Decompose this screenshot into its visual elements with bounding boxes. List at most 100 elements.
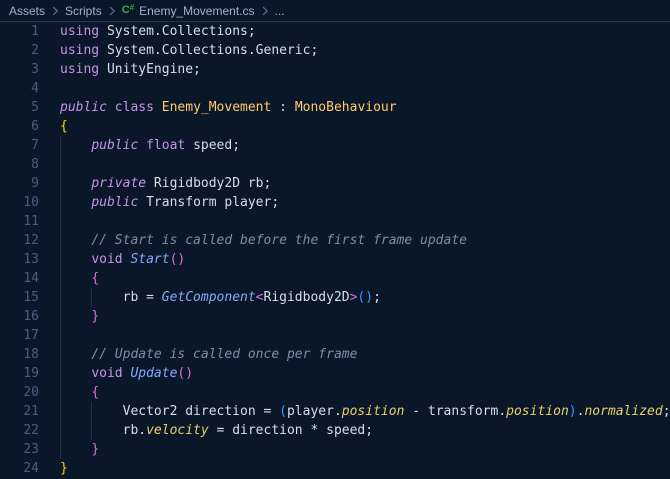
line-number[interactable]: 19 [0,364,39,383]
code-line[interactable]: 14 { [0,269,670,288]
line-number[interactable]: 12 [0,231,39,250]
token: { [91,385,99,400]
code-line[interactable]: 23 } [0,440,670,459]
line-number[interactable]: 10 [0,193,39,212]
code-line[interactable]: 20 { [0,383,670,402]
code-line[interactable]: 1 using System.Collections; [0,22,670,41]
code-line-content[interactable]: void Update() [60,364,670,383]
code-line[interactable]: 12 // Start is called before the first f… [0,231,670,250]
token: GetComponent [162,290,256,305]
token: void [91,366,122,381]
code-line-content[interactable]: using System.Collections.Generic; [60,41,670,60]
csharp-file-icon: C# [122,5,134,16]
token: public [91,195,138,210]
code-line-content[interactable] [60,79,670,98]
line-number[interactable]: 7 [0,136,39,155]
line-number[interactable]: 1 [0,22,39,41]
code-line-content[interactable]: // Update is called once per frame [60,345,670,364]
code-line[interactable]: 10 public Transform player; [0,193,670,212]
code-line[interactable]: 9 private Rigidbody2D rb; [0,174,670,193]
code-line[interactable]: 22 rb.velocity = direction * speed; [0,421,670,440]
line-number[interactable]: 20 [0,383,39,402]
breadcrumb-item-assets[interactable]: Assets [9,4,45,18]
breadcrumb-item-scripts[interactable]: Scripts [65,4,102,18]
chevron-right-icon [105,4,119,18]
code-line[interactable]: 17 [0,326,670,345]
code-line-content[interactable]: public Transform player; [60,193,670,212]
line-number[interactable]: 22 [0,421,39,440]
token: { [91,271,99,286]
code-line-content[interactable]: } [60,307,670,326]
line-number[interactable]: 21 [0,402,39,421]
code-line[interactable]: 11 [0,212,670,231]
code-line-content[interactable]: using System.Collections; [60,22,670,41]
code-line-content[interactable]: public class Enemy_Movement : MonoBehavi… [60,98,670,117]
code-line-content[interactable]: public float speed; [60,136,670,155]
line-number[interactable]: 5 [0,98,39,117]
code-line-content[interactable]: using UnityEngine; [60,60,670,79]
code-line-content[interactable]: { [60,117,670,136]
code-line-content[interactable]: rb = GetComponent<Rigidbody2D>(); [60,288,670,307]
code-line[interactable]: 5 public class Enemy_Movement : MonoBehav… [0,98,670,117]
line-number[interactable]: 13 [0,250,39,269]
breadcrumb-item-symbols[interactable]: ... [275,4,285,18]
line-number[interactable]: 18 [0,345,39,364]
line-number[interactable]: 4 [0,79,39,98]
code-line[interactable]: 21 Vector2 direction = (player.position … [0,402,670,421]
code-line-content[interactable] [60,155,670,174]
token [60,138,91,153]
code-line[interactable]: 16 } [0,307,670,326]
line-number[interactable]: 17 [0,326,39,345]
code-line-content[interactable]: { [60,383,670,402]
token: } [91,442,99,457]
line-number[interactable]: 14 [0,269,39,288]
indent-guide [60,250,61,269]
indent-guide [60,288,61,307]
code-line-content[interactable]: // Start is called before the first fram… [60,231,670,250]
code-line-content[interactable]: private Rigidbody2D rb; [60,174,670,193]
code-line[interactable]: 7 public float speed; [0,136,670,155]
breadcrumb-item-file[interactable]: C# Enemy_Movement.cs [122,4,255,18]
token: Rigidbody2D [264,290,350,305]
token: < [256,290,264,305]
line-number[interactable]: 11 [0,212,39,231]
token: () [170,252,186,267]
code-line[interactable]: 3 using UnityEngine; [0,60,670,79]
line-number[interactable]: 23 [0,440,39,459]
indent-guide [91,288,92,307]
code-line[interactable]: 18 // Update is called once per frame [0,345,670,364]
line-number[interactable]: 3 [0,60,39,79]
code-line[interactable]: 2 using System.Collections.Generic; [0,41,670,60]
code-line-content[interactable] [60,326,670,345]
code-line-content[interactable]: void Start() [60,250,670,269]
line-number[interactable]: 6 [0,117,39,136]
code-line-content[interactable]: Vector2 direction = (player.position - t… [60,402,670,421]
code-line[interactable]: 13 void Start() [0,250,670,269]
indent-guide [91,402,92,421]
code-line[interactable]: 8 [0,155,670,174]
code-line[interactable]: 24} [0,459,670,478]
token: float [146,138,185,153]
token: Transform player; [138,195,279,210]
code-line-content[interactable]: { [60,269,670,288]
code-line-content[interactable] [60,212,670,231]
token: - transform. [404,404,506,419]
line-number[interactable]: 24 [0,459,39,478]
line-number[interactable]: 15 [0,288,39,307]
line-number[interactable]: 16 [0,307,39,326]
token [60,176,91,191]
line-number[interactable]: 9 [0,174,39,193]
code-line[interactable]: 4 [0,79,670,98]
code-line[interactable]: 19 void Update() [0,364,670,383]
indent-guide [60,421,61,440]
token [60,195,91,210]
line-number[interactable]: 2 [0,41,39,60]
code-line-content[interactable]: } [60,440,670,459]
code-line-content[interactable]: } [60,459,670,478]
code-editor[interactable]: 1 using System.Collections; 2 using System.… [0,22,670,478]
code-line-content[interactable]: rb.velocity = direction * speed; [60,421,670,440]
code-line[interactable]: 6{ [0,117,670,136]
indent-guide [60,440,61,459]
code-line[interactable]: 15 rb = GetComponent<Rigidbody2D>(); [0,288,670,307]
line-number[interactable]: 8 [0,155,39,174]
